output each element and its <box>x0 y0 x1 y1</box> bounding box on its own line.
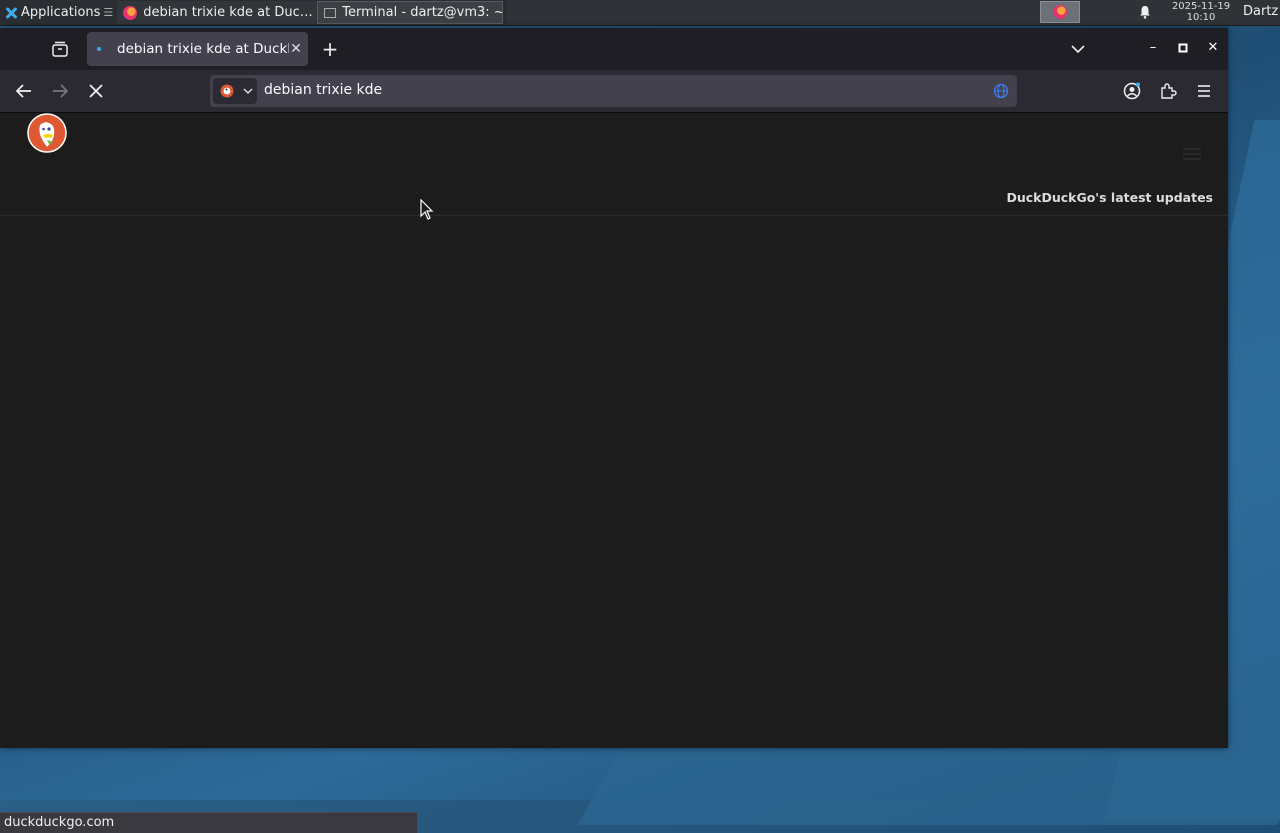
header-divider <box>0 215 1228 216</box>
address-input[interactable]: debian trixie kde <box>264 82 382 98</box>
mouse-cursor-icon <box>420 199 434 220</box>
taskbar-spacer <box>507 0 1280 25</box>
taskbar-item-terminal[interactable]: Terminal - dartz@vm3: ~ <box>317 1 504 24</box>
duckduckgo-engine-icon <box>220 84 253 98</box>
applications-label: Applications <box>21 5 101 20</box>
taskbar-item-label: debian trixie kde at Duc… <box>143 5 313 20</box>
menu-icon: ☰ <box>103 6 114 19</box>
terminal-icon <box>324 7 337 18</box>
wallpaper-shape <box>576 745 1280 825</box>
latest-updates-link[interactable]: DuckDuckGo's latest updates <box>1006 190 1213 205</box>
taskbar-item-label: Terminal - dartz@vm3: ~ <box>342 5 504 20</box>
page-content: DuckDuckGo's latest updates duckduckgo.c… <box>0 113 1228 833</box>
app-menu-hamburger-icon[interactable] <box>1194 81 1214 101</box>
globe-icon[interactable] <box>993 83 1009 99</box>
loading-favicon-icon <box>97 47 101 51</box>
address-bar[interactable]: debian trixie kde <box>210 75 1017 107</box>
forward-arrow-icon[interactable] <box>49 80 71 102</box>
taskbar-item-firefox[interactable]: debian trixie kde at Duc… <box>117 1 318 24</box>
app-launcher-icon <box>4 6 18 20</box>
stop-loading-icon[interactable] <box>85 80 107 102</box>
extensions-puzzle-icon[interactable] <box>1158 81 1178 101</box>
maximize-button[interactable] <box>1175 40 1191 56</box>
firefox-icon <box>123 5 138 20</box>
page-menu-icon[interactable] <box>1183 148 1201 160</box>
duckduckgo-logo-icon[interactable] <box>27 113 67 153</box>
new-tab-button[interactable]: + <box>319 38 341 60</box>
applications-menu[interactable]: Applications ☰ <box>0 0 117 25</box>
firefox-icon <box>1053 5 1067 19</box>
clock[interactable]: 2025-11-19 10:10 <box>1168 1 1234 23</box>
browser-window: debian trixie kde at DuckDuckGo ✕ + – ✕ <box>0 28 1228 833</box>
tab-active[interactable]: debian trixie kde at DuckDuckGo ✕ <box>87 32 308 66</box>
user-menu[interactable]: Dartz <box>1243 4 1278 19</box>
clock-date: 2025-11-19 <box>1171 1 1231 12</box>
firefox-view-icon[interactable] <box>50 39 70 59</box>
tab-close-icon[interactable]: ✕ <box>289 41 303 57</box>
tray-firefox-button[interactable] <box>1040 1 1080 23</box>
search-engine-selector[interactable] <box>213 78 257 104</box>
status-url-panel: duckduckgo.com <box>0 812 418 833</box>
minimize-button[interactable]: – <box>1145 40 1161 56</box>
navigation-toolbar: debian trixie kde <box>0 70 1228 113</box>
back-arrow-icon[interactable] <box>13 80 35 102</box>
tab-title: debian trixie kde at DuckDuckGo <box>117 41 289 57</box>
tab-bar: debian trixie kde at DuckDuckGo ✕ + – ✕ <box>0 28 1228 70</box>
clock-time: 10:10 <box>1186 12 1216 23</box>
close-window-button[interactable]: ✕ <box>1205 40 1221 56</box>
account-icon[interactable] <box>1122 81 1142 101</box>
list-all-tabs-icon[interactable] <box>1068 39 1088 59</box>
top-panel: Applications ☰ debian trixie kde at Duc…… <box>0 0 1280 26</box>
notification-bell-icon[interactable] <box>1138 5 1152 19</box>
